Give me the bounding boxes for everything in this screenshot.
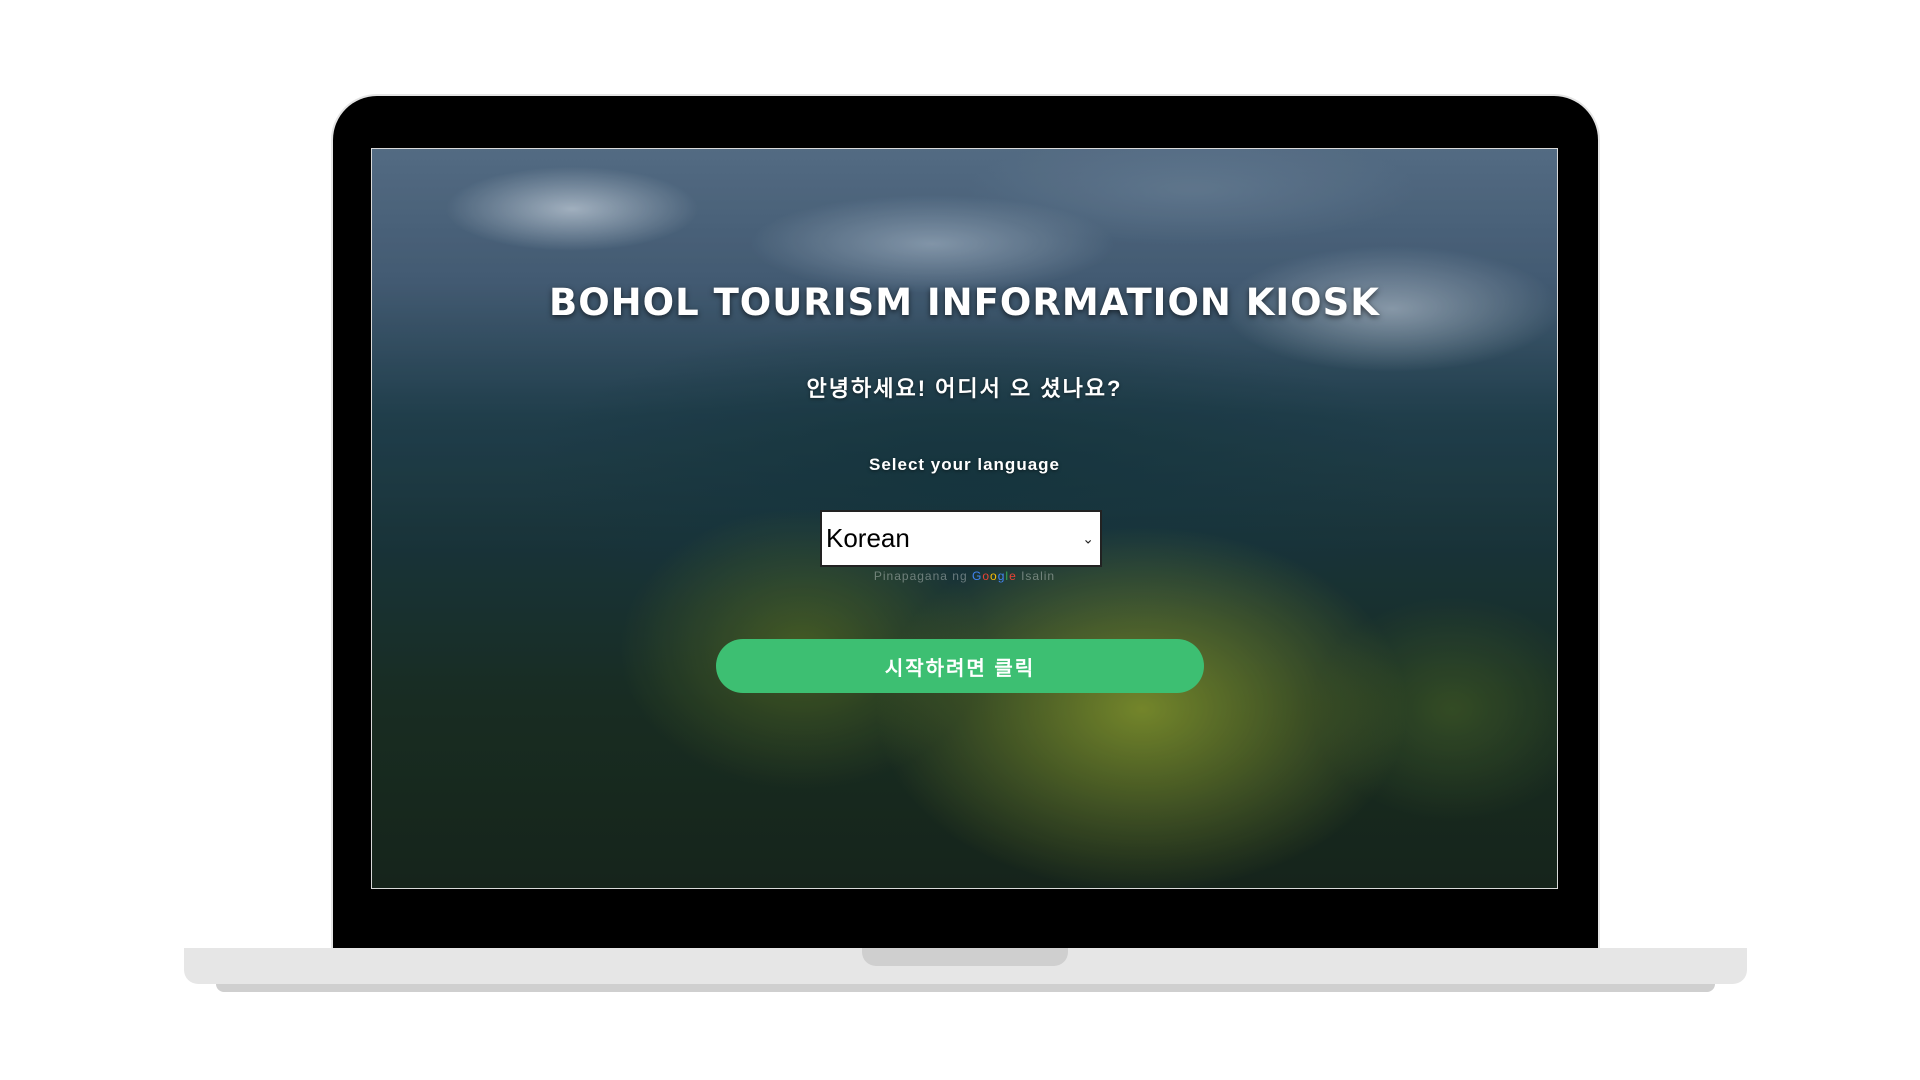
page: BOHOL TOURISM INFORMATION KIOSK 안녕하세요! 어… <box>0 0 1920 1080</box>
powered-by-prefix: Pinapagana ng <box>873 569 968 583</box>
laptop-base-shadow <box>216 984 1715 992</box>
powered-by-suffix: Isalin <box>1021 569 1056 583</box>
start-button[interactable]: 시작하려면 클릭 <box>716 639 1204 693</box>
language-select-label: Select your language <box>869 455 1060 474</box>
language-select[interactable]: Korean ⌄ <box>820 510 1102 567</box>
kiosk-screen: BOHOL TOURISM INFORMATION KIOSK 안녕하세요! 어… <box>371 148 1558 889</box>
kiosk-title: BOHOL TOURISM INFORMATION KIOSK <box>549 281 1380 324</box>
language-select-value: Korean <box>826 523 910 553</box>
laptop-notch <box>862 948 1068 966</box>
kiosk-content: BOHOL TOURISM INFORMATION KIOSK 안녕하세요! 어… <box>372 149 1557 888</box>
powered-by-google-translate[interactable]: Pinapagana ng Google Isalin <box>372 569 1557 583</box>
chevron-down-icon: ⌄ <box>1082 530 1094 546</box>
google-logo: Google <box>971 569 1017 583</box>
greeting-text: 안녕하세요! 어디서 오 셨나요? <box>806 376 1123 401</box>
laptop-lid: BOHOL TOURISM INFORMATION KIOSK 안녕하세요! 어… <box>333 96 1598 951</box>
